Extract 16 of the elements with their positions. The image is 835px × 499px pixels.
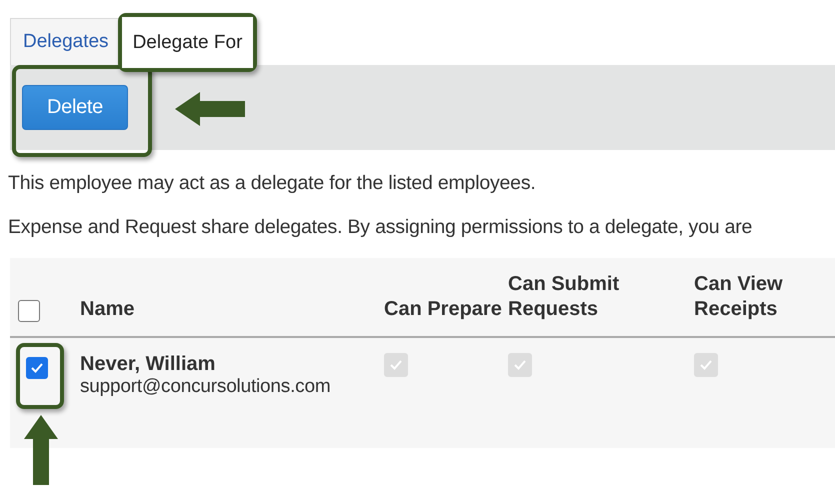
checkmark-icon xyxy=(513,358,527,372)
employee-name: Never, William xyxy=(80,353,216,376)
column-header: Can View Receipts xyxy=(694,272,784,322)
checkmark-icon xyxy=(389,358,403,372)
employee-email: support@concursolutions.com xyxy=(80,376,332,398)
tab[interactable]: Delegate For xyxy=(122,17,254,68)
column-header: Can Submit Requests xyxy=(508,272,620,322)
row-checkbox[interactable] xyxy=(26,357,48,379)
column-header: Name xyxy=(80,297,134,322)
checkmark-icon xyxy=(30,361,44,375)
checkmark-icon xyxy=(699,358,713,372)
delete-button[interactable]: Delete xyxy=(22,85,128,130)
select-all-checkbox[interactable] xyxy=(18,300,40,322)
message-text: This employee may act as a delegate for the listed employees. xyxy=(8,172,537,195)
column-header: Can Prepare xyxy=(384,297,502,322)
message-text: Expense and Request share delegates. By assigning permissions to a delegate, you are xyxy=(8,216,754,239)
